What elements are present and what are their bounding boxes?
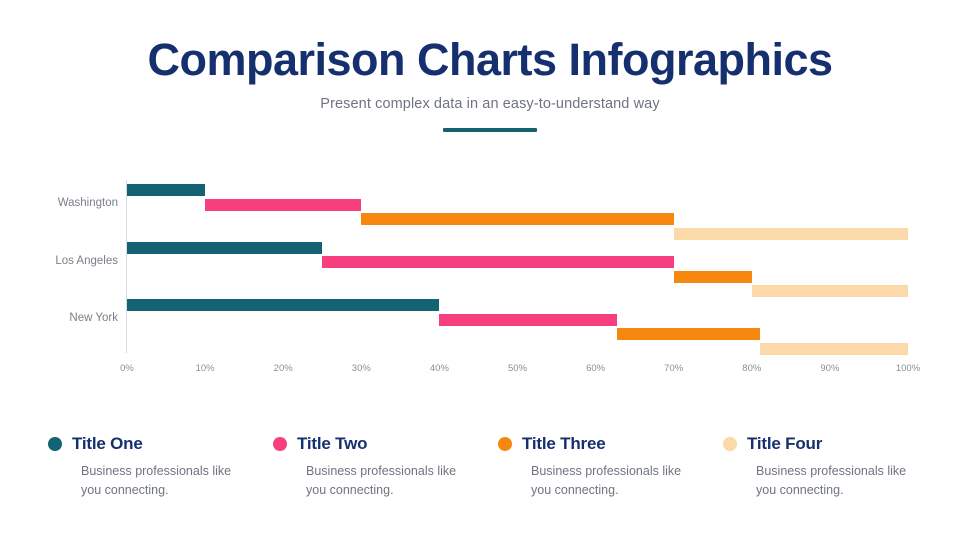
comparison-chart: Washington Los Angeles New York 0% 10% 20% 30…: [0, 170, 980, 390]
legend-dot-icon: [498, 437, 512, 451]
page-title: Comparison Charts Infographics: [147, 34, 833, 85]
page-header: Comparison Charts Infographics Present c…: [0, 0, 980, 133]
bar-washington-title-three: [361, 213, 674, 225]
x-tick-100: 100%: [895, 363, 921, 374]
x-tick-10: 10%: [195, 363, 215, 374]
legend-item-title: Title One: [72, 434, 143, 453]
chart-category-labels: Washington Los Angeles New York: [0, 170, 118, 353]
legend-item-1[interactable]: Title One Business professionals like you…: [48, 434, 273, 501]
x-axis-ticks: 0% 10% 20% 30% 40% 50% 60% 70% 80% 90% 100%: [120, 363, 920, 383]
title-divider: [443, 128, 537, 133]
x-tick-50: 50%: [507, 363, 528, 374]
legend-item-4[interactable]: Title Four Business professionals like yo…: [723, 434, 948, 501]
bar-new-york-title-three: [616, 328, 760, 341]
legend-dot-icon: [273, 437, 287, 451]
legend-item-2[interactable]: Title Two Business professionals like you…: [273, 434, 498, 501]
category-label-washington: Washington: [57, 196, 118, 209]
bar-los-angeles-title-two: [322, 256, 674, 269]
y-axis-line: [126, 180, 128, 353]
bar-new-york-title-two: [439, 313, 617, 326]
bar-new-york-title-four: [759, 342, 908, 355]
legend-item-header: Title Three: [498, 434, 723, 454]
legend-item-header: Title Two: [273, 434, 498, 454]
legend-item-header: Title One: [48, 434, 273, 454]
x-tick-80: 80%: [742, 363, 762, 374]
legend-item-title: Title Four: [747, 434, 823, 453]
bar-new-york-title-one: [127, 299, 440, 312]
legend-item-description: Business professionals like you connecti…: [306, 464, 457, 498]
legend-dot-icon: [723, 437, 737, 451]
page-subtitle: Present complex data in an easy-to-under…: [320, 96, 660, 113]
x-tick-90: 90%: [820, 363, 840, 374]
bar-washington-title-one: [127, 184, 206, 196]
bar-washington-title-four: [673, 227, 908, 240]
legend-item-title: Title Three: [522, 434, 606, 453]
category-label-new-york: New York: [69, 312, 118, 325]
bar-los-angeles-title-four: [751, 285, 908, 298]
legend-dot-icon: [48, 437, 62, 451]
x-tick-70: 70%: [664, 363, 684, 374]
legend-item-3[interactable]: Title Three Business professionals like y…: [498, 434, 723, 501]
legend-item-description: Business professionals like you connecti…: [756, 464, 907, 498]
chart-plot-area: [126, 180, 908, 355]
category-label-los-angeles: Los Angeles: [55, 254, 118, 267]
legend-item-description: Business professionals like you connecti…: [531, 464, 682, 498]
bar-los-angeles-title-one: [127, 241, 323, 254]
bar-washington-title-two: [205, 198, 362, 211]
x-tick-30: 30%: [351, 363, 371, 374]
bar-los-angeles-title-three: [673, 270, 752, 283]
chart-legend: Title One Business professionals like you…: [48, 434, 948, 501]
x-tick-60: 60%: [586, 363, 606, 374]
legend-item-description: Business professionals like you connecti…: [81, 464, 232, 498]
legend-item-title: Title Two: [297, 434, 368, 453]
legend-item-header: Title Four: [723, 434, 948, 454]
x-tick-0: 0%: [120, 363, 134, 374]
x-tick-40: 40%: [429, 363, 449, 374]
x-tick-20: 20%: [273, 363, 293, 374]
